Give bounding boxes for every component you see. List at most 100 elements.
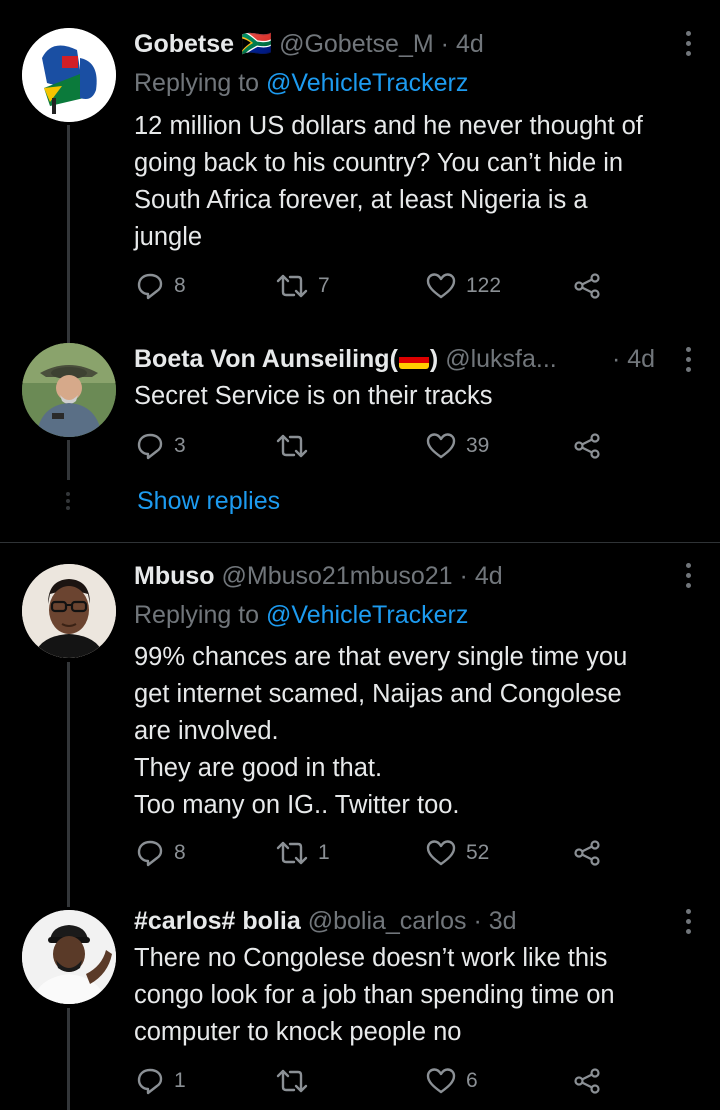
separator-dot: · xyxy=(612,345,621,373)
retweet-icon xyxy=(276,841,308,865)
share-icon xyxy=(574,273,600,299)
more-options-icon[interactable] xyxy=(686,909,692,934)
text-line: congo look for a job than spending time … xyxy=(134,981,615,1009)
text-line: jungle xyxy=(134,223,203,251)
german-flag-icon xyxy=(398,351,429,369)
replying-prefix: Replying to xyxy=(134,69,260,97)
reply-button[interactable]: 3 xyxy=(136,432,186,460)
thread-line xyxy=(67,440,70,480)
text-line: computer to knock people no xyxy=(134,1018,462,1046)
like-count: 6 xyxy=(466,1069,478,1092)
show-replies-link[interactable]: Show replies xyxy=(137,487,280,516)
retweet-icon xyxy=(276,1069,308,1093)
tweet-text: There no Congolese doesn’t work like thi… xyxy=(134,940,690,1051)
like-count: 39 xyxy=(466,434,490,457)
more-options-icon[interactable] xyxy=(686,347,692,372)
tweet-actions: 3 39 xyxy=(136,432,616,462)
retweet-count: 7 xyxy=(318,274,330,297)
more-options-icon[interactable] xyxy=(686,563,692,588)
handle[interactable]: @luksfa... xyxy=(445,345,557,373)
reply-count: 3 xyxy=(174,434,186,457)
text-line: get internet scamed, Naijas and Congoles… xyxy=(134,680,622,708)
share-button[interactable] xyxy=(572,1067,602,1095)
like-button[interactable]: 122 xyxy=(426,272,501,300)
retweet-button[interactable]: 1 xyxy=(276,839,330,867)
display-name-text: Boeta Von Aunseiling( xyxy=(134,345,398,373)
reply-count: 8 xyxy=(174,841,186,864)
timestamp[interactable]: 4d xyxy=(475,562,503,590)
tweet-header: Gobetse 🇿🇦 @Gobetse_M · 4d xyxy=(134,30,672,59)
handle[interactable]: @Mbuso21mbuso21 xyxy=(222,562,453,590)
text-line: are involved. xyxy=(134,717,279,745)
timestamp[interactable]: 3d xyxy=(489,907,517,935)
tweet-actions: 8 1 52 xyxy=(136,839,616,869)
retweet-icon xyxy=(276,274,308,298)
reply-icon xyxy=(137,433,163,460)
avatar[interactable] xyxy=(22,564,116,658)
reply-icon xyxy=(137,1068,163,1095)
divider xyxy=(0,542,720,543)
share-icon xyxy=(574,1068,600,1094)
mention-link[interactable]: @VehicleTrackerz xyxy=(266,601,468,629)
like-button[interactable]: 6 xyxy=(426,1067,478,1095)
replying-prefix: Replying to xyxy=(134,601,260,629)
retweet-button[interactable]: 7 xyxy=(276,272,330,300)
avatar[interactable] xyxy=(22,910,116,1004)
mention-link[interactable]: @VehicleTrackerz xyxy=(266,69,468,97)
reply-button[interactable]: 8 xyxy=(136,839,186,867)
display-name-suffix: ) xyxy=(429,345,439,373)
separator-dot: · xyxy=(440,30,449,58)
tweet-header: Mbuso @Mbuso21mbuso21 · 4d xyxy=(134,562,672,591)
more-options-icon[interactable] xyxy=(686,31,692,56)
thread-line xyxy=(67,1008,70,1110)
flag-icon: 🇿🇦 xyxy=(240,30,273,58)
display-name[interactable]: #carlos# bolia xyxy=(134,907,301,935)
replying-to: Replying to @VehicleTrackerz xyxy=(134,601,468,630)
text-line: South Africa forever, at least Nigeria i… xyxy=(134,186,588,214)
tweet-header: #carlos# bolia @bolia_carlos · 3d xyxy=(134,907,672,936)
retweet-button[interactable] xyxy=(276,432,308,460)
display-name[interactable]: Mbuso xyxy=(134,562,215,590)
handle[interactable]: @bolia_carlos xyxy=(308,907,467,935)
share-icon xyxy=(574,840,600,866)
reply-count: 8 xyxy=(174,274,186,297)
share-button[interactable] xyxy=(572,432,602,460)
share-icon xyxy=(574,433,600,459)
share-button[interactable] xyxy=(572,272,602,300)
separator-dot: · xyxy=(459,562,468,590)
avatar[interactable] xyxy=(22,343,116,437)
tweet-text: Secret Service is on their tracks xyxy=(134,378,690,415)
thread-line xyxy=(67,662,70,907)
thread-continuation-dots xyxy=(66,492,70,510)
share-button[interactable] xyxy=(572,839,602,867)
heart-icon xyxy=(426,1068,456,1094)
heart-icon xyxy=(426,273,456,299)
timestamp-group: · 4d xyxy=(612,345,655,374)
heart-icon xyxy=(426,840,456,866)
display-name[interactable]: Gobetse xyxy=(134,30,234,58)
avatar[interactable] xyxy=(22,28,116,122)
text-line: There no Congolese doesn’t work like thi… xyxy=(134,944,608,972)
like-button[interactable]: 52 xyxy=(426,839,489,867)
handle[interactable]: @Gobetse_M xyxy=(279,30,434,58)
tweet-text: 99% chances are that every single time y… xyxy=(134,639,690,824)
like-count: 122 xyxy=(466,274,502,297)
display-name[interactable]: Boeta Von Aunseiling() xyxy=(134,345,438,373)
timestamp[interactable]: 4d xyxy=(627,345,655,373)
separator-dot: · xyxy=(473,907,482,935)
thread-line xyxy=(67,125,70,345)
like-count: 52 xyxy=(466,841,490,864)
text-line: They are good in that. xyxy=(134,754,383,782)
reply-button[interactable]: 1 xyxy=(136,1067,186,1095)
text-line: 12 million US dollars and he never thoug… xyxy=(134,112,643,140)
replying-to: Replying to @VehicleTrackerz xyxy=(134,69,468,98)
tweet-actions: 8 7 122 xyxy=(136,272,616,302)
reply-button[interactable]: 8 xyxy=(136,272,186,300)
text-line: Too many on IG.. Twitter too. xyxy=(134,791,460,819)
timestamp[interactable]: 4d xyxy=(456,30,484,58)
heart-icon xyxy=(426,433,456,459)
tweet-actions: 1 6 xyxy=(136,1067,616,1097)
like-button[interactable]: 39 xyxy=(426,432,489,460)
retweet-button[interactable] xyxy=(276,1067,308,1095)
reply-icon xyxy=(137,273,163,300)
